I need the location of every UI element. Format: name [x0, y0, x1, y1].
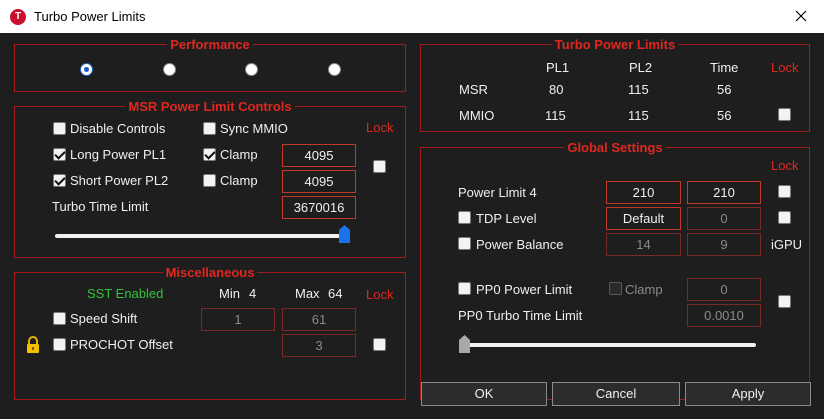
power-limit4-field-a[interactable]: 210	[606, 181, 681, 204]
disable-controls-label: Disable Controls	[70, 121, 166, 136]
turbo-row-msr-time: 56	[717, 82, 732, 97]
speed-shift-max-field[interactable]: 61	[282, 308, 356, 331]
col-pl2-header: PL2	[629, 60, 653, 75]
power-balance-label: Power Balance	[476, 237, 564, 252]
pl1-clamp-label: Clamp	[220, 147, 258, 162]
pl2-value-field[interactable]: 4095	[282, 170, 356, 193]
pp0-clamp-checkbox[interactable]	[609, 282, 622, 295]
speed-shift-checkbox[interactable]	[53, 312, 66, 325]
sync-mmio-label: Sync MMIO	[220, 121, 288, 136]
window-title: Turbo Power Limits	[34, 9, 146, 24]
disable-controls-checkbox[interactable]	[53, 122, 66, 135]
sync-mmio-checkbox[interactable]	[203, 122, 216, 135]
power-limit4-field-b[interactable]: 210	[687, 181, 761, 204]
close-icon	[795, 10, 807, 22]
prochot-offset-checkbox[interactable]	[53, 338, 66, 351]
performance-group: Performance	[14, 38, 406, 92]
prochot-offset-label: PROCHOT Offset	[70, 337, 173, 352]
turbo-row-mmio-pl2: 115	[628, 108, 649, 123]
misc-legend: Miscellaneous	[165, 265, 255, 280]
lock-icon	[27, 336, 39, 353]
turbo-lock-label: Lock	[771, 60, 799, 75]
global-settings-group: Global Settings	[420, 141, 810, 400]
turbo-row-msr-pl1: 80	[549, 82, 564, 97]
msr-lock-label: Lock	[366, 120, 394, 135]
prochot-offset-field[interactable]: 3	[282, 334, 356, 357]
turbo-row-msr-pl2: 115	[628, 82, 649, 97]
title-bar: T Turbo Power Limits	[0, 0, 824, 33]
misc-lock-checkbox[interactable]	[373, 338, 386, 351]
short-pl2-label: Short Power PL2	[70, 173, 169, 188]
pl1-clamp-checkbox[interactable]	[203, 148, 216, 161]
power-limit4-lock-checkbox[interactable]	[778, 185, 791, 198]
performance-radio-1[interactable]	[80, 63, 93, 76]
long-pl1-checkbox[interactable]	[53, 148, 66, 161]
tdp-level-label: TDP Level	[476, 211, 537, 226]
cancel-button[interactable]: Cancel	[552, 382, 680, 406]
col-pl1-header: PL1	[546, 60, 570, 75]
pp0-turbo-slider-thumb[interactable]	[459, 335, 470, 353]
sst-status: SST Enabled	[87, 286, 164, 301]
turbo-time-slider-track[interactable]	[55, 234, 349, 238]
ok-button[interactable]: OK	[421, 382, 547, 406]
performance-legend: Performance	[170, 37, 250, 52]
pl2-clamp-label: Clamp	[220, 173, 258, 188]
turbo-time-field[interactable]: 3670016	[282, 196, 356, 219]
max-value: 64	[328, 286, 343, 301]
performance-radio-4[interactable]	[328, 63, 341, 76]
pl2-clamp-checkbox[interactable]	[203, 174, 216, 187]
turbo-time-slider-thumb[interactable]	[339, 225, 350, 243]
min-value: 4	[249, 286, 257, 301]
pp0-power-limit-checkbox[interactable]	[458, 282, 471, 295]
turbo-mmio-lock-checkbox[interactable]	[778, 108, 791, 121]
min-label: Min	[219, 286, 240, 301]
power-balance-checkbox[interactable]	[458, 237, 471, 250]
pp0-power-limit-label: PP0 Power Limit	[476, 282, 573, 297]
misc-lock-label: Lock	[366, 287, 394, 302]
close-button[interactable]	[778, 0, 824, 33]
pp0-turbo-time-field[interactable]: 0.0010	[687, 304, 761, 327]
misc-group: Miscellaneous	[14, 266, 406, 400]
long-pl1-label: Long Power PL1	[70, 147, 167, 162]
col-time-header: Time	[710, 60, 739, 75]
apply-button[interactable]: Apply	[685, 382, 811, 406]
pp0-turbo-time-label: PP0 Turbo Time Limit	[458, 308, 583, 323]
turbo-row-mmio-time: 56	[717, 108, 732, 123]
pl1-value-field[interactable]: 4095	[282, 144, 356, 167]
pp0-lock-checkbox[interactable]	[778, 295, 791, 308]
msr-legend: MSR Power Limit Controls	[128, 99, 292, 114]
performance-radio-3[interactable]	[245, 63, 258, 76]
performance-radio-2[interactable]	[163, 63, 176, 76]
max-label: Max	[295, 286, 320, 301]
tdp-level-field-b[interactable]: 0	[687, 207, 761, 230]
short-pl2-checkbox[interactable]	[53, 174, 66, 187]
dialog-body: Performance MSR Power Limit Controls Loc…	[0, 33, 824, 419]
pp0-clamp-label: Clamp	[625, 282, 663, 297]
global-settings-legend: Global Settings	[567, 140, 663, 155]
power-balance-field-a[interactable]: 14	[606, 233, 681, 256]
turbo-row-mmio-pl1: 115	[545, 108, 566, 123]
power-limit4-label: Power Limit 4	[458, 185, 537, 200]
pp0-power-limit-field[interactable]: 0	[687, 278, 761, 301]
power-balance-field-b[interactable]: 9	[687, 233, 761, 256]
turbo-time-label: Turbo Time Limit	[52, 199, 149, 214]
global-lock-label: Lock	[771, 158, 799, 173]
speed-shift-min-field[interactable]: 1	[201, 308, 275, 331]
tdp-level-checkbox[interactable]	[458, 211, 471, 224]
pp0-turbo-slider-track[interactable]	[462, 343, 756, 347]
igpu-label: iGPU	[771, 237, 803, 252]
turbo-row-mmio-name: MMIO	[459, 108, 495, 123]
turbo-limits-legend: Turbo Power Limits	[554, 37, 676, 52]
turbo-row-msr-name: MSR	[459, 82, 488, 97]
speed-shift-label: Speed Shift	[70, 311, 138, 326]
tdp-level-lock-checkbox[interactable]	[778, 211, 791, 224]
app-icon: T	[10, 9, 26, 25]
msr-lock-checkbox[interactable]	[373, 160, 386, 173]
tdp-level-field[interactable]: Default	[606, 207, 681, 230]
